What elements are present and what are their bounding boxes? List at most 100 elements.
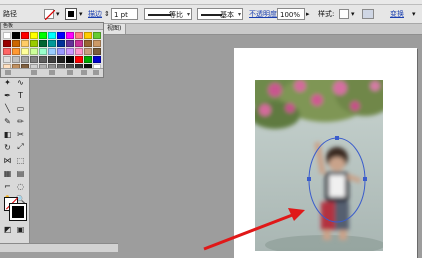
color-swatch[interactable] (12, 56, 20, 63)
paintbrush-tool-icon[interactable]: ✎ (2, 116, 13, 126)
style-dropdown-icon[interactable]: ▾ (351, 8, 355, 20)
color-swatch[interactable] (12, 32, 20, 39)
color-swatch[interactable] (48, 48, 56, 55)
rotate-tool-icon[interactable]: ↻ (2, 142, 13, 152)
stroke-weight-field[interactable]: 1 pt (111, 8, 138, 20)
eyedropper-tool-icon[interactable]: ⌐ (2, 181, 13, 191)
stroke-profile-label: 等比 (169, 11, 183, 19)
color-swatch[interactable] (3, 48, 11, 55)
color-swatch[interactable] (21, 48, 29, 55)
stroke-swatch[interactable] (9, 203, 27, 221)
color-swatch[interactable] (39, 48, 47, 55)
color-swatch[interactable] (66, 48, 74, 55)
color-swatch[interactable] (84, 40, 92, 47)
swatches-panel: 色板 (0, 22, 104, 78)
eraser-tool-icon[interactable]: ◧ (2, 129, 13, 139)
new-swatch-icon[interactable] (81, 70, 87, 75)
color-swatch[interactable] (21, 56, 29, 63)
color-swatch[interactable] (75, 56, 83, 63)
lasso-tool-icon[interactable]: ∿ (15, 77, 26, 87)
mesh-tool-icon[interactable]: ▦ (2, 168, 13, 178)
width-tool-icon[interactable]: ⋈ (2, 155, 13, 165)
panel-menu-icon[interactable]: ▾ (412, 8, 416, 20)
color-swatch[interactable] (93, 32, 101, 39)
blend-tool-icon[interactable]: ◌ (15, 181, 26, 191)
stroke-dropdown-icon[interactable]: ▾ (79, 8, 83, 20)
pencil-tool-icon[interactable]: ✏ (15, 116, 26, 126)
object-type-label: 路径 (3, 10, 17, 18)
opacity-panel-link[interactable]: 不透明度 (249, 8, 277, 20)
color-swatch[interactable] (3, 32, 11, 39)
color-swatch[interactable] (30, 32, 38, 39)
free-transform-tool-icon[interactable]: ⬚ (15, 155, 26, 165)
color-swatch[interactable] (75, 32, 83, 39)
color-swatch[interactable] (21, 32, 29, 39)
style-label: 样式: (318, 10, 335, 18)
color-swatch[interactable] (57, 56, 65, 63)
color-swatch[interactable] (39, 32, 47, 39)
stroke-profile-select[interactable]: 等比 ▾ (144, 8, 192, 20)
rectangle-tool-icon[interactable]: ▭ (15, 103, 26, 113)
type-tool-icon[interactable]: T (15, 90, 26, 100)
color-swatch[interactable] (66, 40, 74, 47)
draw-mode-icon[interactable]: ◩ (2, 224, 13, 234)
color-swatch[interactable] (30, 40, 38, 47)
chevron-down-icon: ▾ (237, 11, 241, 18)
stroke-color-button[interactable] (65, 8, 77, 20)
magic-wand-tool-icon[interactable]: ✦ (2, 77, 13, 87)
color-swatch[interactable] (84, 48, 92, 55)
color-swatch[interactable] (57, 32, 65, 39)
fill-dropdown-icon[interactable]: ▾ (56, 8, 60, 20)
color-swatch[interactable] (12, 40, 20, 47)
color-swatch[interactable] (66, 56, 74, 63)
show-swatch-kinds-icon[interactable] (31, 70, 37, 75)
color-swatch[interactable] (93, 56, 101, 63)
stroke-weight-spinner-icon[interactable]: ⇕ (104, 8, 110, 20)
color-swatch[interactable] (75, 48, 83, 55)
no-fill-icon (44, 9, 56, 21)
delete-swatch-icon[interactable] (93, 70, 99, 75)
transform-panel-link[interactable]: 变换 (390, 8, 404, 20)
color-swatch[interactable] (30, 56, 38, 63)
color-swatch[interactable] (57, 40, 65, 47)
color-swatch[interactable] (84, 56, 92, 63)
color-swatch[interactable] (57, 48, 65, 55)
graphic-style-button[interactable] (339, 9, 349, 19)
line-tool-icon[interactable]: ╲ (2, 103, 13, 113)
recolor-artwork-icon[interactable] (362, 9, 374, 19)
brush-definition-select[interactable]: 基本 ▾ (197, 8, 243, 20)
color-swatch[interactable] (39, 40, 47, 47)
swatches-panel-footer (1, 68, 103, 77)
stroke-panel-link[interactable]: 描边 (88, 8, 102, 20)
screen-mode-icon[interactable]: ▣ (15, 224, 26, 234)
swatches-panel-title: 色板 (1, 23, 103, 30)
scissors-tool-icon[interactable]: ✂ (15, 129, 26, 139)
new-color-group-icon[interactable] (67, 70, 73, 75)
color-swatch[interactable] (48, 56, 56, 63)
color-swatch[interactable] (93, 40, 101, 47)
color-swatch[interactable] (39, 56, 47, 63)
color-swatch[interactable] (12, 48, 20, 55)
color-swatch[interactable] (30, 48, 38, 55)
color-swatch[interactable] (75, 40, 83, 47)
brush-definition-label: 基本 (220, 11, 234, 19)
color-swatch[interactable] (3, 40, 11, 47)
document-tab-bar: 视图) (103, 24, 422, 35)
scale-tool-icon[interactable]: ⤢ (15, 142, 26, 152)
swatch-grid (3, 32, 101, 71)
color-swatch[interactable] (66, 32, 74, 39)
color-swatch[interactable] (48, 40, 56, 47)
color-swatch[interactable] (21, 40, 29, 47)
swatch-options-icon[interactable] (49, 70, 55, 75)
document-tab[interactable]: 视图) (103, 24, 127, 34)
fill-color-button[interactable] (44, 9, 56, 21)
color-swatch[interactable] (93, 48, 101, 55)
color-swatch[interactable] (84, 32, 92, 39)
pen-tool-icon[interactable]: ✒ (2, 90, 13, 100)
swatch-library-icon[interactable] (5, 70, 11, 75)
opacity-dropdown-icon[interactable]: ▸ (306, 8, 310, 20)
gradient-tool-icon[interactable]: ▤ (15, 168, 26, 178)
color-swatch[interactable] (3, 56, 11, 63)
opacity-field[interactable]: 100% (277, 8, 305, 20)
color-swatch[interactable] (48, 32, 56, 39)
